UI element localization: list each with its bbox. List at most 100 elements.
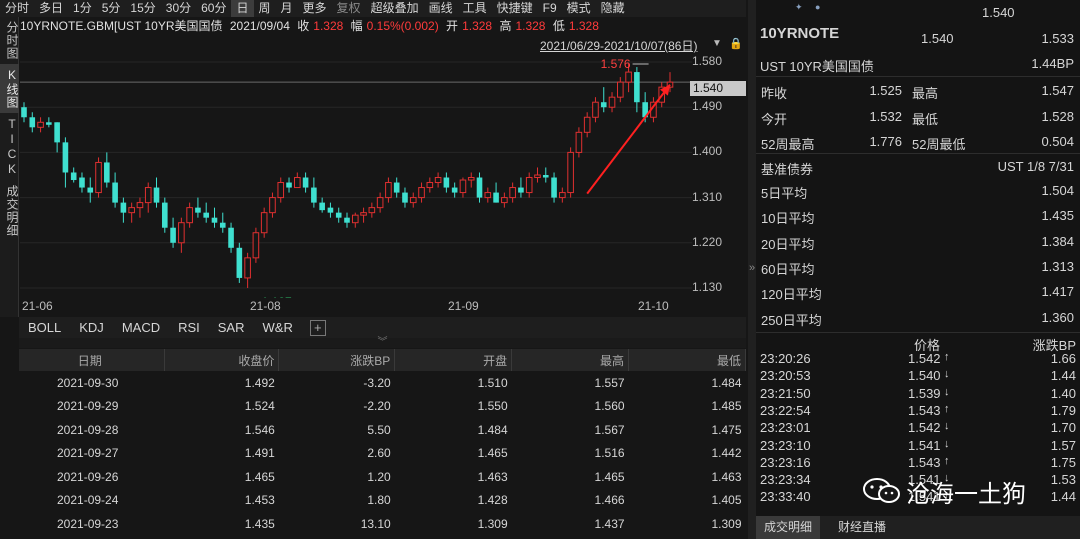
table-row[interactable]: 2021-09-29 1.524 -2.20 1.550 1.560 1.485 — [19, 395, 746, 419]
toolbar-item[interactable]: F9 — [538, 0, 562, 17]
bottom-tab[interactable]: 成交明细 — [756, 516, 821, 539]
view-tab[interactable]: 成交明细 — [0, 181, 19, 241]
candle[interactable] — [501, 192, 508, 208]
candle[interactable] — [327, 202, 334, 218]
candle[interactable] — [244, 252, 251, 288]
candle[interactable] — [575, 127, 583, 158]
toolbar-item[interactable]: 工具 — [458, 0, 492, 17]
candle[interactable] — [62, 137, 69, 188]
toolbar-item[interactable]: 隐藏 — [596, 0, 630, 17]
candle[interactable] — [583, 112, 591, 138]
candle[interactable] — [402, 187, 408, 208]
candle[interactable] — [144, 182, 152, 213]
candle[interactable] — [542, 167, 549, 183]
candle[interactable] — [493, 182, 499, 203]
candle[interactable] — [95, 157, 102, 198]
lock-icon[interactable]: 🔒 — [729, 37, 743, 50]
toolbar-item[interactable]: 周 — [254, 0, 276, 17]
candle[interactable] — [559, 187, 566, 203]
table-row[interactable]: 2021-09-27 1.491 2.60 1.465 1.516 1.442 — [19, 442, 746, 466]
panel-splitter[interactable]: ︾ — [19, 338, 746, 348]
candle[interactable] — [120, 197, 127, 223]
candle[interactable] — [236, 242, 243, 283]
candle[interactable] — [294, 172, 301, 189]
table-row[interactable]: 2021-09-24 1.453 1.80 1.428 1.466 1.405 — [19, 489, 746, 513]
toolbar-item[interactable]: 快捷键 — [492, 0, 538, 17]
add-indicator-button[interactable]: + — [309, 319, 326, 336]
table-row[interactable]: 2021-09-26 1.465 1.20 1.463 1.465 1.463 — [19, 465, 746, 489]
candle[interactable] — [29, 112, 36, 133]
toolbar-item[interactable]: 超级叠加 — [366, 0, 424, 17]
candle[interactable] — [228, 222, 234, 253]
candle[interactable] — [87, 177, 94, 203]
table-row[interactable]: 2021-09-23 1.435 13.10 1.309 1.437 1.309 — [19, 512, 746, 536]
bell-icon[interactable]: ● — [815, 2, 820, 12]
indicator-tab[interactable]: W&R — [254, 317, 302, 338]
toolbar-item[interactable]: 月 — [276, 0, 298, 17]
candle[interactable] — [195, 197, 201, 218]
candle[interactable] — [534, 167, 541, 183]
candle[interactable] — [260, 207, 268, 238]
candle[interactable] — [161, 197, 168, 233]
collapse-arrow-icon[interactable]: » — [749, 262, 755, 274]
table-row[interactable]: 2021-09-30 1.492 -3.20 1.510 1.557 1.484 — [19, 371, 746, 395]
column-header[interactable]: 最低 — [628, 349, 746, 371]
candle[interactable] — [104, 152, 110, 188]
toolbar-item[interactable]: 多日 — [34, 0, 68, 17]
candlestick-chart[interactable]: 1.576←1.127 — [20, 52, 692, 298]
candle[interactable] — [211, 207, 218, 228]
column-header[interactable]: 最高 — [511, 349, 630, 371]
toolbar-item[interactable]: 更多 — [298, 0, 332, 17]
candle[interactable] — [335, 207, 342, 223]
table-row[interactable]: 2021-09-221.304-2.401.3161.3451.296 — [19, 536, 746, 539]
toolbar-item[interactable]: 分时 — [0, 0, 34, 17]
candle[interactable] — [409, 192, 417, 208]
indicator-tab[interactable]: MACD — [113, 317, 169, 338]
column-header[interactable]: 日期 — [19, 349, 166, 371]
pin-icon[interactable]: ✦ — [795, 2, 803, 13]
candle[interactable] — [21, 102, 27, 123]
bottom-tab[interactable]: 财经直播 — [830, 516, 894, 539]
candle[interactable] — [269, 192, 276, 218]
candle[interactable] — [286, 177, 292, 193]
view-tab[interactable]: K线图 — [0, 64, 19, 113]
candle[interactable] — [136, 197, 144, 218]
candle[interactable] — [128, 202, 135, 223]
candle[interactable] — [376, 192, 384, 213]
candle[interactable] — [112, 172, 118, 208]
candle[interactable] — [418, 182, 425, 203]
candle[interactable] — [476, 172, 483, 203]
toolbar-item[interactable]: 60分 — [196, 0, 231, 17]
candle[interactable] — [518, 177, 524, 198]
candle[interactable] — [344, 212, 350, 228]
indicator-tab[interactable]: KDJ — [70, 317, 113, 338]
candle[interactable] — [311, 177, 317, 208]
column-header[interactable]: 涨跌BP — [278, 349, 396, 371]
toolbar-item[interactable]: 画线 — [424, 0, 458, 17]
candle[interactable] — [70, 167, 77, 183]
candle[interactable] — [634, 67, 640, 113]
candle[interactable] — [170, 217, 176, 248]
candle[interactable] — [459, 177, 467, 198]
candle[interactable] — [54, 122, 60, 153]
candle[interactable] — [393, 177, 400, 198]
view-tab[interactable]: TICK — [0, 113, 19, 181]
toolbar-item[interactable]: 15分 — [125, 0, 160, 17]
candle[interactable] — [484, 187, 492, 203]
candle[interactable] — [186, 202, 193, 228]
toolbar-item[interactable]: 1分 — [68, 0, 97, 17]
candle[interactable] — [368, 202, 376, 218]
candle[interactable] — [567, 147, 574, 198]
column-header[interactable]: 开盘 — [394, 349, 513, 371]
candle[interactable] — [551, 172, 557, 203]
column-header[interactable]: 收盘价 — [164, 349, 280, 371]
candle[interactable] — [37, 117, 44, 133]
toolbar-item[interactable]: 日 — [231, 0, 254, 17]
candle[interactable] — [153, 177, 160, 208]
candle[interactable] — [277, 177, 285, 203]
candle[interactable] — [467, 172, 475, 188]
candle[interactable] — [525, 172, 533, 198]
indicator-tab[interactable]: BOLL — [19, 317, 70, 338]
candle[interactable] — [360, 207, 367, 223]
candle[interactable] — [509, 182, 516, 203]
